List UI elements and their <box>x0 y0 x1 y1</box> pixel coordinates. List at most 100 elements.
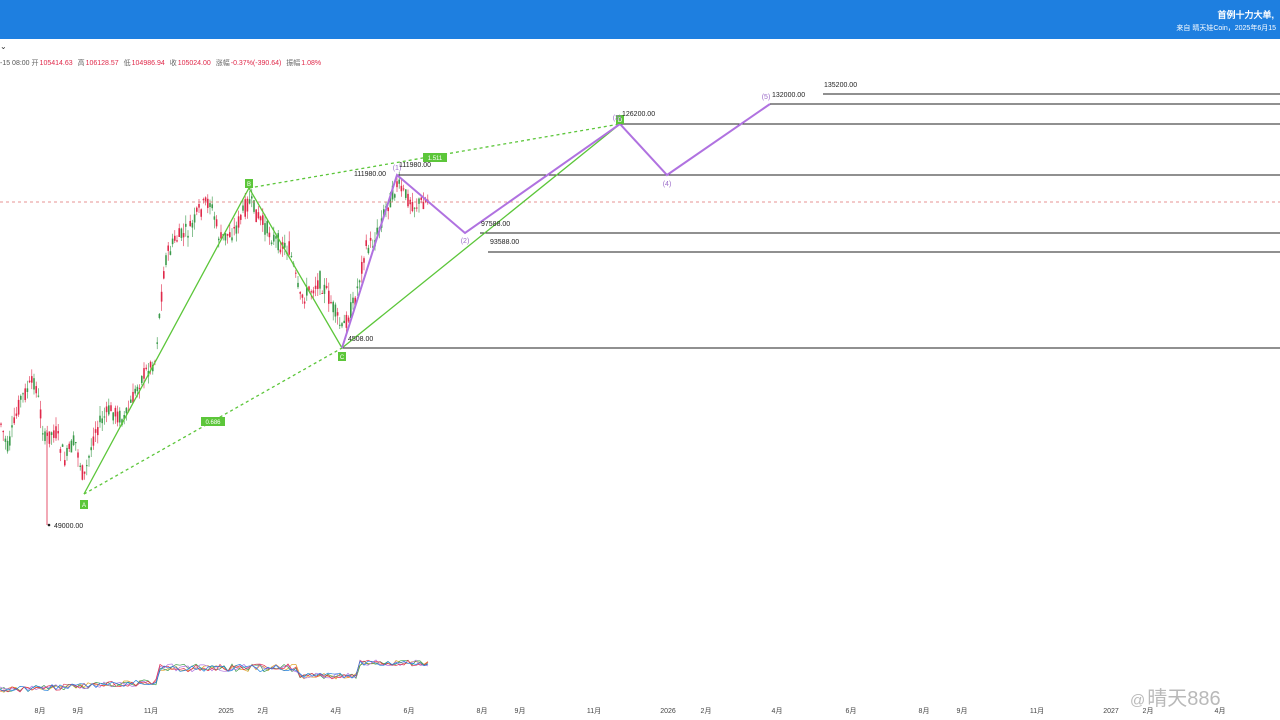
candle-body <box>136 386 139 392</box>
candle-body <box>44 431 46 441</box>
candle-body <box>141 376 143 384</box>
candle-body <box>55 426 57 439</box>
candle-body <box>2 430 4 433</box>
candle-body <box>64 460 66 466</box>
candle-body <box>301 294 304 298</box>
point-b-label: B <box>247 182 251 188</box>
candle-body <box>48 431 51 444</box>
candle-body <box>37 395 40 397</box>
candle-body <box>42 433 44 435</box>
candle-body <box>70 440 73 453</box>
wave-3-label: (3) <box>613 115 622 122</box>
indicator-panel <box>0 659 429 693</box>
candle-body <box>248 199 251 204</box>
x-tick-label: 6月 <box>846 707 857 715</box>
x-tick-label: 11月 <box>1030 707 1044 715</box>
candle-body <box>20 395 22 400</box>
candle-body <box>61 444 64 447</box>
candle-body <box>266 220 268 234</box>
x-tick-label: 2025 <box>218 708 234 715</box>
candle-body <box>213 216 216 220</box>
x-tick-label: 11月 <box>587 707 601 715</box>
point-c-badge[interactable]: C <box>338 352 346 361</box>
candle-body <box>215 219 218 227</box>
candle-body <box>413 207 416 209</box>
candle-body <box>226 233 229 236</box>
candle-body <box>356 286 359 289</box>
price-label-low: 49000.00 <box>54 523 83 530</box>
wave-4-label: (4) <box>663 181 672 188</box>
candle-body <box>233 226 235 229</box>
candle-body <box>143 368 145 379</box>
wave-5-label: (5) <box>762 94 771 101</box>
x-tick-label: 4月 <box>331 707 342 715</box>
candle-body <box>24 388 26 400</box>
price-label-top: 135200.00 <box>824 82 857 89</box>
candle-body <box>255 209 257 223</box>
candle-body <box>341 323 343 327</box>
candle-body <box>77 452 79 458</box>
candle-body <box>209 203 211 208</box>
wave-labels: (1) (2) (3) (4) (5) <box>393 94 771 245</box>
ratio-bd-badge[interactable]: 1.511 <box>423 153 447 162</box>
candle-body <box>15 413 18 416</box>
candle-body <box>411 202 414 212</box>
candle-body <box>319 271 321 289</box>
candle-body <box>68 443 70 450</box>
candle-body <box>367 247 370 254</box>
candle-body <box>336 312 339 316</box>
candle-body <box>400 185 403 192</box>
ratio-ac-label: 0.686 <box>205 420 221 426</box>
point-a-badge[interactable]: A <box>80 500 88 509</box>
candle-body <box>180 228 183 238</box>
candle-body <box>363 258 365 263</box>
candle-body <box>72 435 75 446</box>
candle-body <box>178 228 180 237</box>
watermark: @ 晴天886 <box>1130 682 1221 711</box>
x-tick-label: 6月 <box>404 707 415 715</box>
candle-body <box>312 290 315 294</box>
candle-body <box>211 204 213 209</box>
candle-body <box>33 378 35 390</box>
candle-body <box>167 245 169 251</box>
price-label-b1: 111980.00 <box>354 171 386 178</box>
candle-body <box>134 388 136 394</box>
candle-body <box>57 431 59 434</box>
candle-body <box>79 465 81 468</box>
candle-body <box>119 410 121 423</box>
candle-body <box>99 415 101 423</box>
candle-body <box>231 237 233 241</box>
candle-body <box>418 198 420 204</box>
candle-body <box>325 285 328 289</box>
candle-body <box>9 436 11 446</box>
point-a-label: A <box>82 503 86 509</box>
candle-body <box>330 301 332 304</box>
candle-body <box>145 367 147 370</box>
candle-body <box>110 405 112 412</box>
candle-body <box>242 205 244 211</box>
candle-body <box>407 193 409 207</box>
ratio-ac-badge[interactable]: 0.686 <box>201 417 225 426</box>
price-label-d: 126200.00 <box>622 111 655 118</box>
candle-body <box>277 233 279 251</box>
candle-body <box>259 216 262 221</box>
candle-body <box>297 282 299 288</box>
price-label-s1: 97588.00 <box>481 221 510 228</box>
candle-body <box>193 214 196 223</box>
point-b-badge[interactable]: B <box>245 179 253 188</box>
candle-body <box>268 232 271 238</box>
candle-body <box>114 407 117 417</box>
candle-body <box>251 196 253 199</box>
elliott-wave-path[interactable] <box>341 103 771 349</box>
candle-body <box>176 240 178 242</box>
candle-body <box>279 249 282 253</box>
candle-body <box>345 314 348 328</box>
candle-body <box>198 204 200 208</box>
candle-body <box>165 255 167 265</box>
candle-body <box>149 361 152 368</box>
price-chart[interactable]: A B C D 0.686 1.511 (1) (2) (3) (4) (5) … <box>0 0 1280 720</box>
candle-body <box>59 449 62 453</box>
candle-body <box>361 261 363 274</box>
candle-body <box>394 194 396 198</box>
candle-body <box>17 399 20 415</box>
